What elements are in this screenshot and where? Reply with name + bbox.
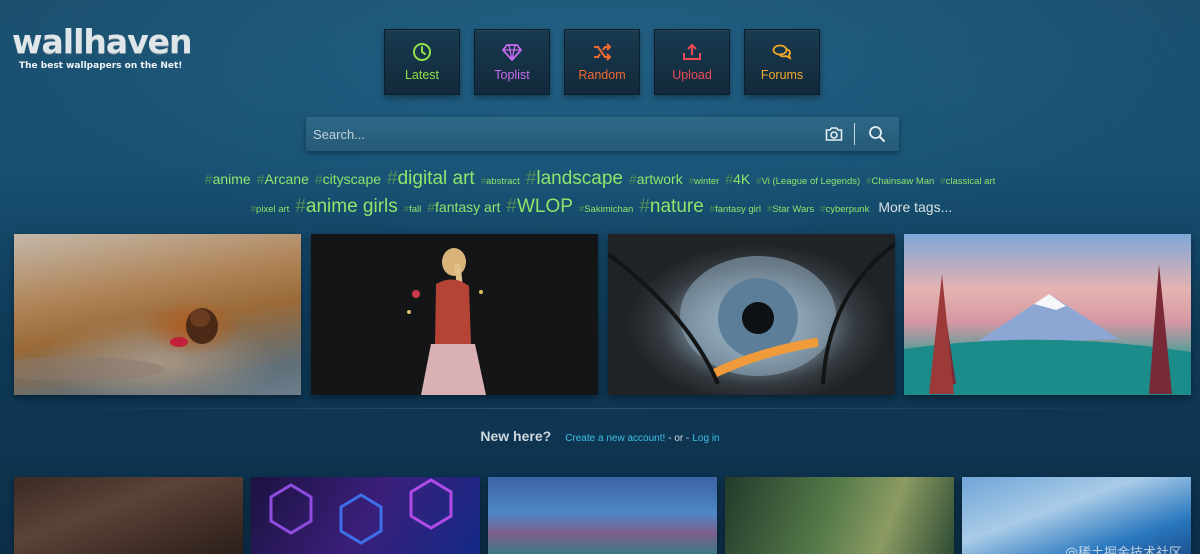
chat-bubbles-icon bbox=[772, 44, 792, 60]
tag-link[interactable]: #abstract bbox=[481, 176, 520, 187]
search-bar bbox=[306, 116, 899, 152]
tag-link[interactable]: #Chainsaw Man bbox=[866, 176, 934, 187]
tag-link[interactable]: #cyberpunk bbox=[820, 204, 869, 215]
or-separator: - or - bbox=[668, 433, 690, 444]
tag-link[interactable]: #4K bbox=[725, 171, 750, 187]
nav-upload-label: Upload bbox=[672, 68, 712, 82]
nav-forums-button[interactable]: Forums bbox=[744, 29, 820, 95]
tag-link[interactable]: #anime bbox=[205, 171, 251, 187]
logo-tagline: The best wallpapers on the Net! bbox=[19, 61, 183, 71]
tag-link[interactable]: #pixel art bbox=[251, 204, 290, 215]
shuffle-icon bbox=[594, 43, 612, 61]
nav-upload-button[interactable]: Upload bbox=[654, 29, 730, 95]
tag-link[interactable]: #Arcane bbox=[257, 171, 309, 187]
watermark-text: @稀土掘金技术社区 bbox=[1064, 546, 1182, 554]
tag-link[interactable]: #classical art bbox=[940, 176, 995, 187]
wallpaper-thumbnail-braided-girl[interactable] bbox=[311, 234, 598, 395]
nav-toplist-label: Toplist bbox=[494, 68, 530, 82]
search-button[interactable] bbox=[855, 125, 899, 143]
tag-link[interactable]: #fantasy art bbox=[427, 199, 500, 215]
nav-toplist-button[interactable]: Toplist bbox=[474, 29, 550, 95]
mountain-illustration bbox=[904, 264, 1191, 395]
upload-icon bbox=[683, 43, 701, 60]
tag-link[interactable]: #Vi (League of Legends) bbox=[756, 176, 860, 187]
login-link[interactable]: Log in bbox=[692, 433, 719, 444]
section-divider bbox=[14, 408, 1191, 409]
search-icon bbox=[869, 126, 885, 142]
create-account-link[interactable]: Create a new account! bbox=[565, 433, 665, 444]
hexagon-pattern bbox=[269, 478, 453, 545]
diamond-icon bbox=[502, 44, 522, 61]
site-logo[interactable]: wallhaven The best wallpapers on the Net… bbox=[12, 22, 193, 72]
wallpaper-thumbnail-forest[interactable] bbox=[725, 477, 954, 554]
popular-tags-row-1: #anime #Arcane #cityscape #digital art #… bbox=[0, 168, 1200, 190]
popular-tags-row-2: #pixel art #anime girls #fall #fantasy a… bbox=[0, 196, 1200, 218]
nav-latest-label: Latest bbox=[404, 68, 440, 82]
wallpaper-thumbnail-eye[interactable] bbox=[608, 234, 895, 395]
tag-link[interactable]: #Sakimichan bbox=[579, 204, 633, 215]
image-search-button[interactable] bbox=[814, 126, 854, 142]
wallpaper-thumbnail-hexagons[interactable] bbox=[251, 477, 480, 554]
tag-link[interactable]: #WLOP bbox=[506, 196, 573, 218]
clock-icon bbox=[413, 43, 431, 61]
camera-icon bbox=[825, 127, 843, 141]
wallpaper-thumbnail-mountain[interactable] bbox=[904, 234, 1191, 395]
wallpaper-thumbnail-portrait[interactable] bbox=[14, 477, 243, 554]
tag-link[interactable]: #fantasy girl bbox=[710, 204, 761, 215]
tag-link[interactable]: #Star Wars bbox=[767, 204, 814, 215]
search-input[interactable] bbox=[306, 116, 814, 152]
main-nav: Latest Toplist Random Upload Forums bbox=[384, 29, 820, 95]
nav-latest-button[interactable]: Latest bbox=[384, 29, 460, 95]
tag-link[interactable]: #nature bbox=[639, 196, 703, 218]
girl-illustration bbox=[407, 248, 486, 395]
signup-prompt: New here? Create a new account! - or - L… bbox=[0, 428, 1200, 444]
tag-link[interactable]: #cityscape bbox=[315, 171, 381, 187]
wallpaper-thumbnail-pinecone[interactable] bbox=[14, 234, 301, 395]
eye-illustration bbox=[608, 242, 895, 385]
tag-link[interactable]: #digital art bbox=[387, 168, 475, 190]
pinecone-illustration bbox=[14, 308, 218, 381]
more-tags-link[interactable]: More tags... bbox=[878, 199, 952, 215]
tag-link[interactable]: #anime girls bbox=[295, 196, 397, 218]
logo-wordmark: wallhaven bbox=[12, 22, 193, 61]
tag-link[interactable]: #winter bbox=[689, 176, 720, 187]
tag-link[interactable]: #artwork bbox=[629, 171, 683, 187]
nav-random-button[interactable]: Random bbox=[564, 29, 640, 95]
wallpaper-thumbnail-valley[interactable] bbox=[488, 477, 717, 554]
tag-link[interactable]: #fall bbox=[404, 204, 421, 215]
new-here-text: New here? bbox=[480, 428, 552, 444]
tag-link[interactable]: #landscape bbox=[526, 168, 623, 190]
nav-random-label: Random bbox=[578, 68, 626, 82]
nav-forums-label: Forums bbox=[760, 68, 804, 82]
